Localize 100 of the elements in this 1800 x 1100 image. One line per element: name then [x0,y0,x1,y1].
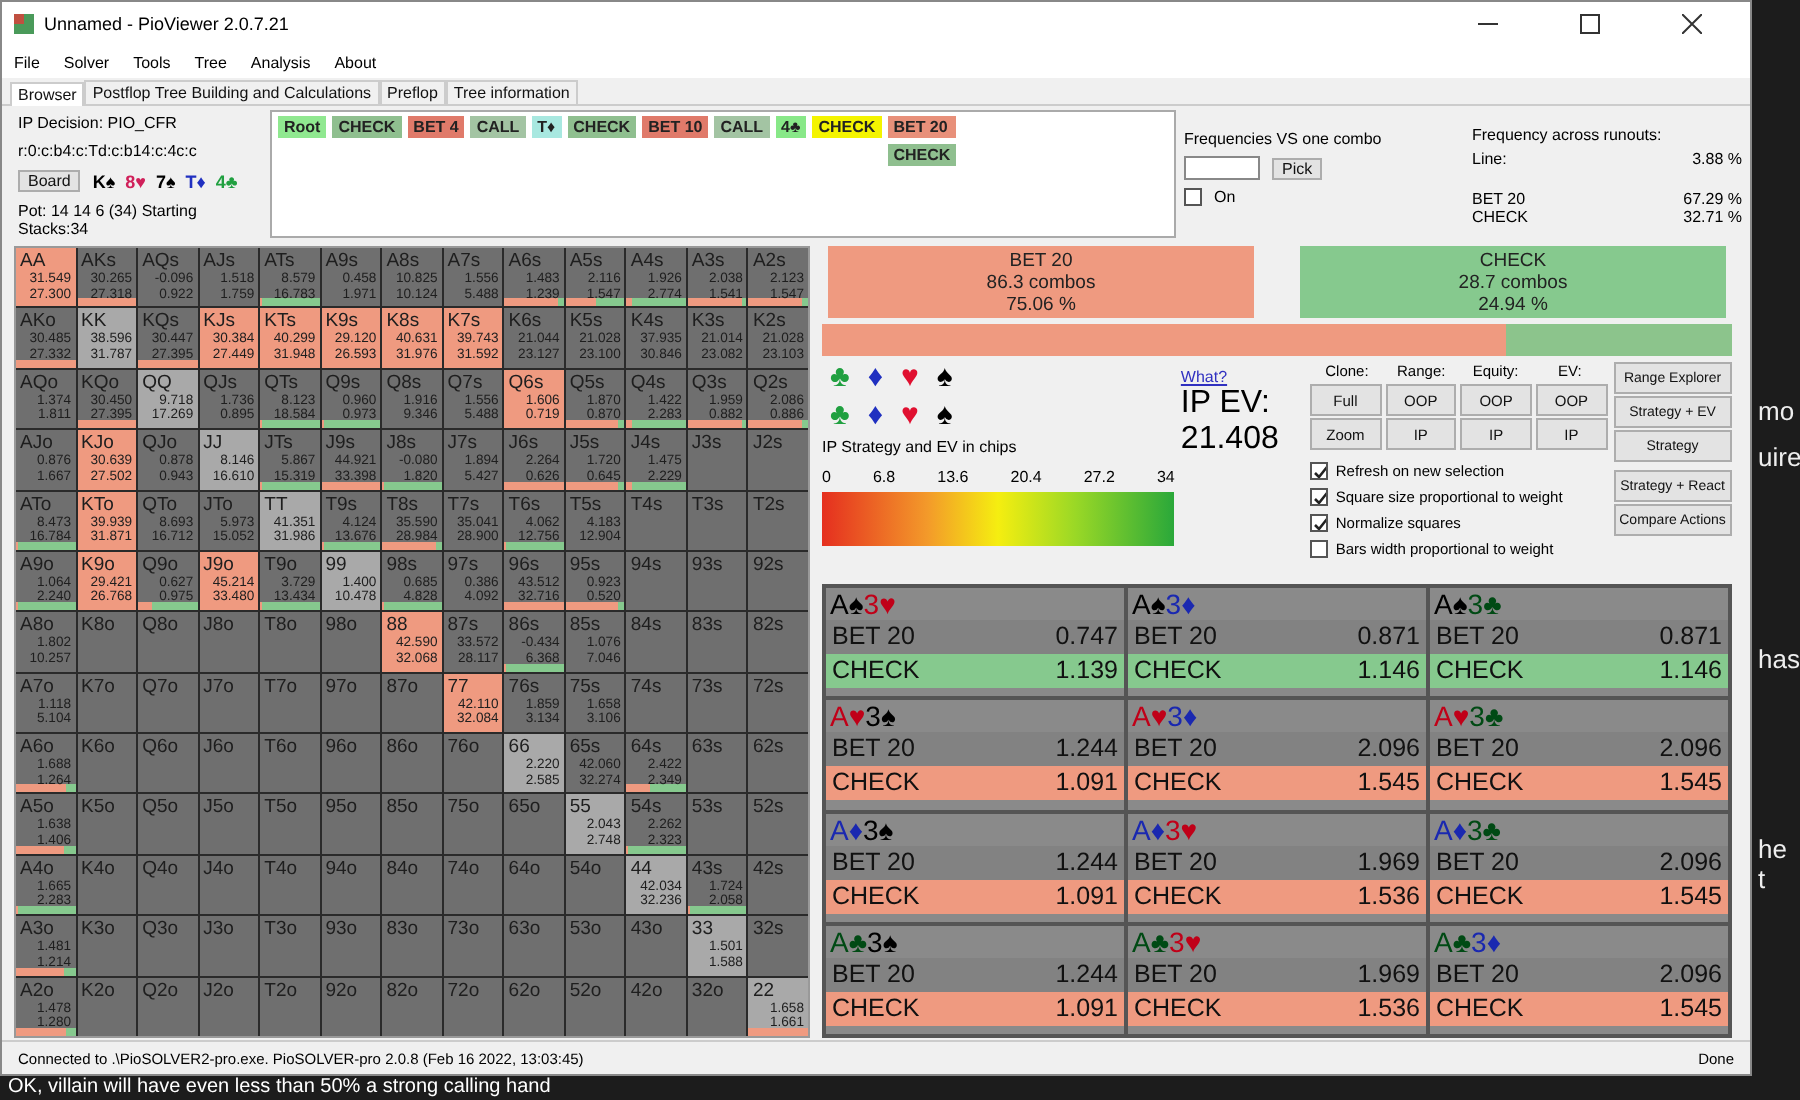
suit-filter[interactable]: ♣ [830,362,850,394]
hand-cell[interactable]: K5o [77,794,137,854]
hand-cell[interactable]: T2s [748,491,808,550]
checkbox[interactable] [1309,514,1328,532]
hand-cell[interactable]: 94s [626,551,686,611]
checkbox[interactable] [1309,462,1328,480]
hand-cell[interactable]: Q2o [138,977,198,1036]
hand-cell[interactable]: 92o [321,977,381,1036]
hand-cell[interactable]: 82o [382,977,442,1036]
tree-node[interactable]: BET 10 [642,116,709,138]
hand-cell[interactable]: J3s [687,430,747,490]
hand-cell[interactable]: 98o [321,612,381,672]
hand-cell[interactable]: 85o [382,794,442,854]
hand-cell[interactable]: 63s [687,734,747,793]
menu-item[interactable]: Tree [194,53,227,71]
hand-cell[interactable]: 32o [687,977,747,1036]
hand-cell[interactable]: T3o [260,916,320,976]
hand-cell[interactable]: T7o [260,673,320,733]
hand-cell[interactable]: J6o [199,734,259,793]
hand-cell[interactable]: 64o [504,855,564,915]
hand-cell[interactable]: K4o [77,855,137,915]
combo-card[interactable]: A♠3♦ BET 20 0.871 CHECK 1.146 [1128,588,1426,697]
what-link[interactable]: What? [1180,368,1304,386]
hand-cell[interactable]: 53s [687,794,747,854]
tree-node[interactable]: CHECK [812,116,882,138]
hand-cell[interactable]: 94o [321,855,381,915]
hand-cell[interactable]: K7o [77,673,137,733]
hand-cell[interactable]: J2o [199,977,259,1036]
tree-node[interactable]: BET 20 [887,116,957,138]
combo-input[interactable] [1184,156,1260,180]
hand-cell[interactable]: 54o [565,855,625,915]
tree-node[interactable]: 4♣ [775,116,807,138]
pick-button[interactable]: Pick [1272,157,1323,179]
menu-item[interactable]: File [14,53,40,71]
hand-cell[interactable]: 62s [748,734,808,793]
suit-filter[interactable]: ♦ [867,400,883,432]
hand-cell[interactable]: J8o [199,612,259,672]
hand-cell[interactable]: Q8o [138,612,198,672]
tab[interactable]: Postflop Tree Building and Calculations [84,80,380,104]
combo-card[interactable]: A♥3♦ BET 20 2.096 CHECK 1.545 [1128,700,1426,809]
hand-cell[interactable]: K8o [77,612,137,672]
hand-cell[interactable]: T5o [260,794,320,854]
checkbox[interactable] [1184,188,1202,206]
tab[interactable]: Browser [10,82,85,106]
hand-cell[interactable]: 74s [626,673,686,733]
hand-cell[interactable]: 42s [748,855,808,915]
hand-cell[interactable]: 74o [443,855,503,915]
close-icon[interactable] [1682,14,1702,34]
suit-filter[interactable]: ♣ [830,400,850,432]
menu-item[interactable]: Tools [133,53,171,71]
hand-cell[interactable]: Q5o [138,794,198,854]
hand-cell[interactable]: Q6o [138,734,198,793]
hand-cell[interactable]: K2o [77,977,137,1036]
hand-cell[interactable]: 73s [687,673,747,733]
hand-cell[interactable]: 32s [748,916,808,976]
hand-cell[interactable]: 72s [748,673,808,733]
hand-cell[interactable]: 83s [687,612,747,672]
combo-card[interactable]: A♠3♥ BET 20 0.747 CHECK 1.139 [826,588,1124,697]
tree-node[interactable]: CHECK [887,144,957,166]
hand-cell[interactable]: J5o [199,794,259,854]
suit-filter[interactable]: ♥ [901,400,919,432]
hand-cell[interactable]: T6o [260,734,320,793]
hand-cell[interactable]: 76o [443,734,503,793]
tree-node[interactable]: CHECK [332,116,402,138]
hand-cell[interactable]: 52s [748,794,808,854]
menu-item[interactable]: About [334,53,377,71]
hand-cell[interactable]: 97o [321,673,381,733]
hand-cell[interactable]: 43o [626,916,686,976]
hand-cell[interactable]: 53o [565,916,625,976]
combo-card[interactable]: A♣3♥ BET 20 1.969 CHECK 1.536 [1128,925,1426,1034]
hand-cell[interactable]: 82s [748,612,808,672]
suit-filter[interactable]: ♦ [867,362,883,394]
tree-node[interactable]: CALL [714,116,770,138]
hand-cell[interactable]: 96o [321,734,381,793]
tree-node[interactable]: Root [278,116,327,138]
combo-card[interactable]: A♦3♣ BET 20 2.096 CHECK 1.545 [1430,813,1728,922]
hand-cell[interactable]: T4s [626,491,686,550]
hand-cell[interactable]: 63o [504,916,564,976]
hand-cell[interactable]: T4o [260,855,320,915]
hand-cell[interactable]: 72o [443,977,503,1036]
hand-cell[interactable]: Q3o [138,916,198,976]
tree-node[interactable]: CHECK [567,116,637,138]
hand-cell[interactable]: Q7o [138,673,198,733]
checkbox[interactable] [1309,488,1328,506]
hand-cell[interactable]: 52o [565,977,625,1036]
hand-cell[interactable]: 83o [382,916,442,976]
hand-cell[interactable]: 84s [626,612,686,672]
hand-cell[interactable]: J7o [199,673,259,733]
combo-card[interactable]: A♣3♦ BET 20 2.096 CHECK 1.545 [1430,925,1728,1034]
hand-cell[interactable]: T8o [260,612,320,672]
hand-cell[interactable]: 92s [748,551,808,611]
combo-card[interactable]: A♦3♥ BET 20 1.969 CHECK 1.536 [1128,813,1426,922]
hand-cell[interactable]: 93o [321,916,381,976]
menu-item[interactable]: Solver [63,53,110,71]
hand-cell[interactable]: K3o [77,916,137,976]
hand-cell[interactable]: 65o [504,794,564,854]
hand-cell[interactable]: K6o [77,734,137,793]
hand-cell[interactable]: J2s [748,430,808,490]
hand-cell[interactable]: 42o [626,977,686,1036]
tab[interactable]: Tree information [445,80,578,104]
